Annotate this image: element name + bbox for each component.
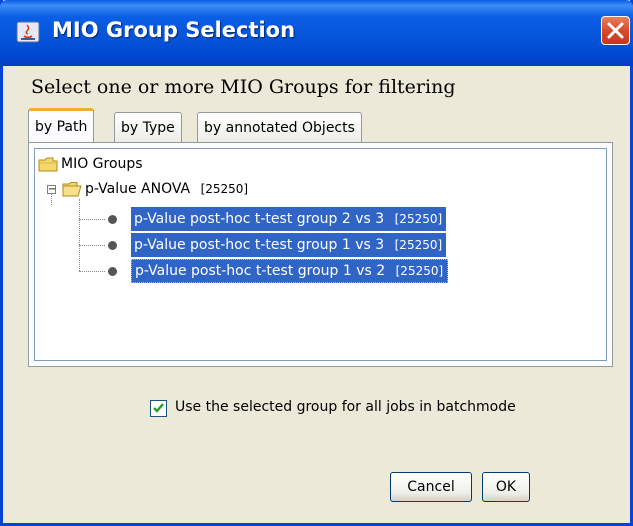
- tree-child-label: p-Value post-hoc t-test group 2 vs 3: [134, 211, 385, 227]
- open-folder-icon: [62, 181, 82, 197]
- tree-group-label: p-Value ANOVA: [85, 181, 191, 197]
- tree-connector: [79, 219, 105, 220]
- tab-by-type[interactable]: by Type: [114, 112, 182, 144]
- tree-child-label: p-Value post-hoc t-test group 1 vs 2: [135, 263, 386, 279]
- checkmark-icon: [151, 401, 166, 420]
- tree-root-label: MIO Groups: [61, 156, 143, 172]
- tree-child-count: [25250]: [395, 264, 444, 278]
- tree-child-node[interactable]: p-Value post-hoc t-test group 1 vs 3 [25…: [131, 233, 447, 257]
- mio-group-tree[interactable]: MIO Groups − p-Value ANOVA [25250] p-Val…: [34, 148, 607, 361]
- tab-by-annotated-objects[interactable]: by annotated Objects: [197, 112, 362, 144]
- cancel-button[interactable]: Cancel: [390, 472, 472, 502]
- collapse-icon[interactable]: −: [47, 185, 56, 195]
- tree-connector: [79, 271, 105, 272]
- batchmode-label[interactable]: Use the selected group for all jobs in b…: [175, 399, 516, 415]
- leaf-icon: [108, 267, 117, 276]
- tree-child-count: [25250]: [394, 212, 443, 226]
- instruction-text: Select one or more MIO Groups for filter…: [31, 76, 456, 98]
- close-icon: [602, 22, 629, 48]
- tree-root-node[interactable]: MIO Groups: [38, 153, 143, 175]
- tree-connector: [79, 245, 105, 246]
- tree-child-label: p-Value post-hoc t-test group 1 vs 3: [134, 237, 385, 253]
- tab-by-path[interactable]: by Path: [28, 108, 95, 144]
- tree-child-count: [25250]: [394, 238, 443, 252]
- tree-group-count: [25250]: [200, 182, 249, 196]
- batchmode-checkbox[interactable]: [150, 400, 167, 417]
- tab-panel-by-path: MIO Groups − p-Value ANOVA [25250] p-Val…: [28, 142, 613, 367]
- tree-child-node[interactable]: p-Value post-hoc t-test group 2 vs 3 [25…: [131, 207, 447, 231]
- dialog-window: MIO Group Selection Select one or more M…: [0, 0, 633, 526]
- tree-group-node[interactable]: p-Value ANOVA [25250]: [62, 178, 248, 200]
- tree-connector: [79, 199, 80, 271]
- close-button[interactable]: [601, 16, 630, 45]
- folder-icon: [38, 157, 58, 172]
- title-bar[interactable]: MIO Group Selection: [0, 0, 633, 66]
- leaf-icon: [108, 241, 117, 250]
- leaf-icon: [108, 215, 117, 224]
- tree-child-node[interactable]: p-Value post-hoc t-test group 1 vs 2 [25…: [131, 259, 449, 283]
- java-app-icon: [16, 20, 40, 44]
- window-title: MIO Group Selection: [52, 18, 296, 42]
- ok-button[interactable]: OK: [482, 472, 530, 502]
